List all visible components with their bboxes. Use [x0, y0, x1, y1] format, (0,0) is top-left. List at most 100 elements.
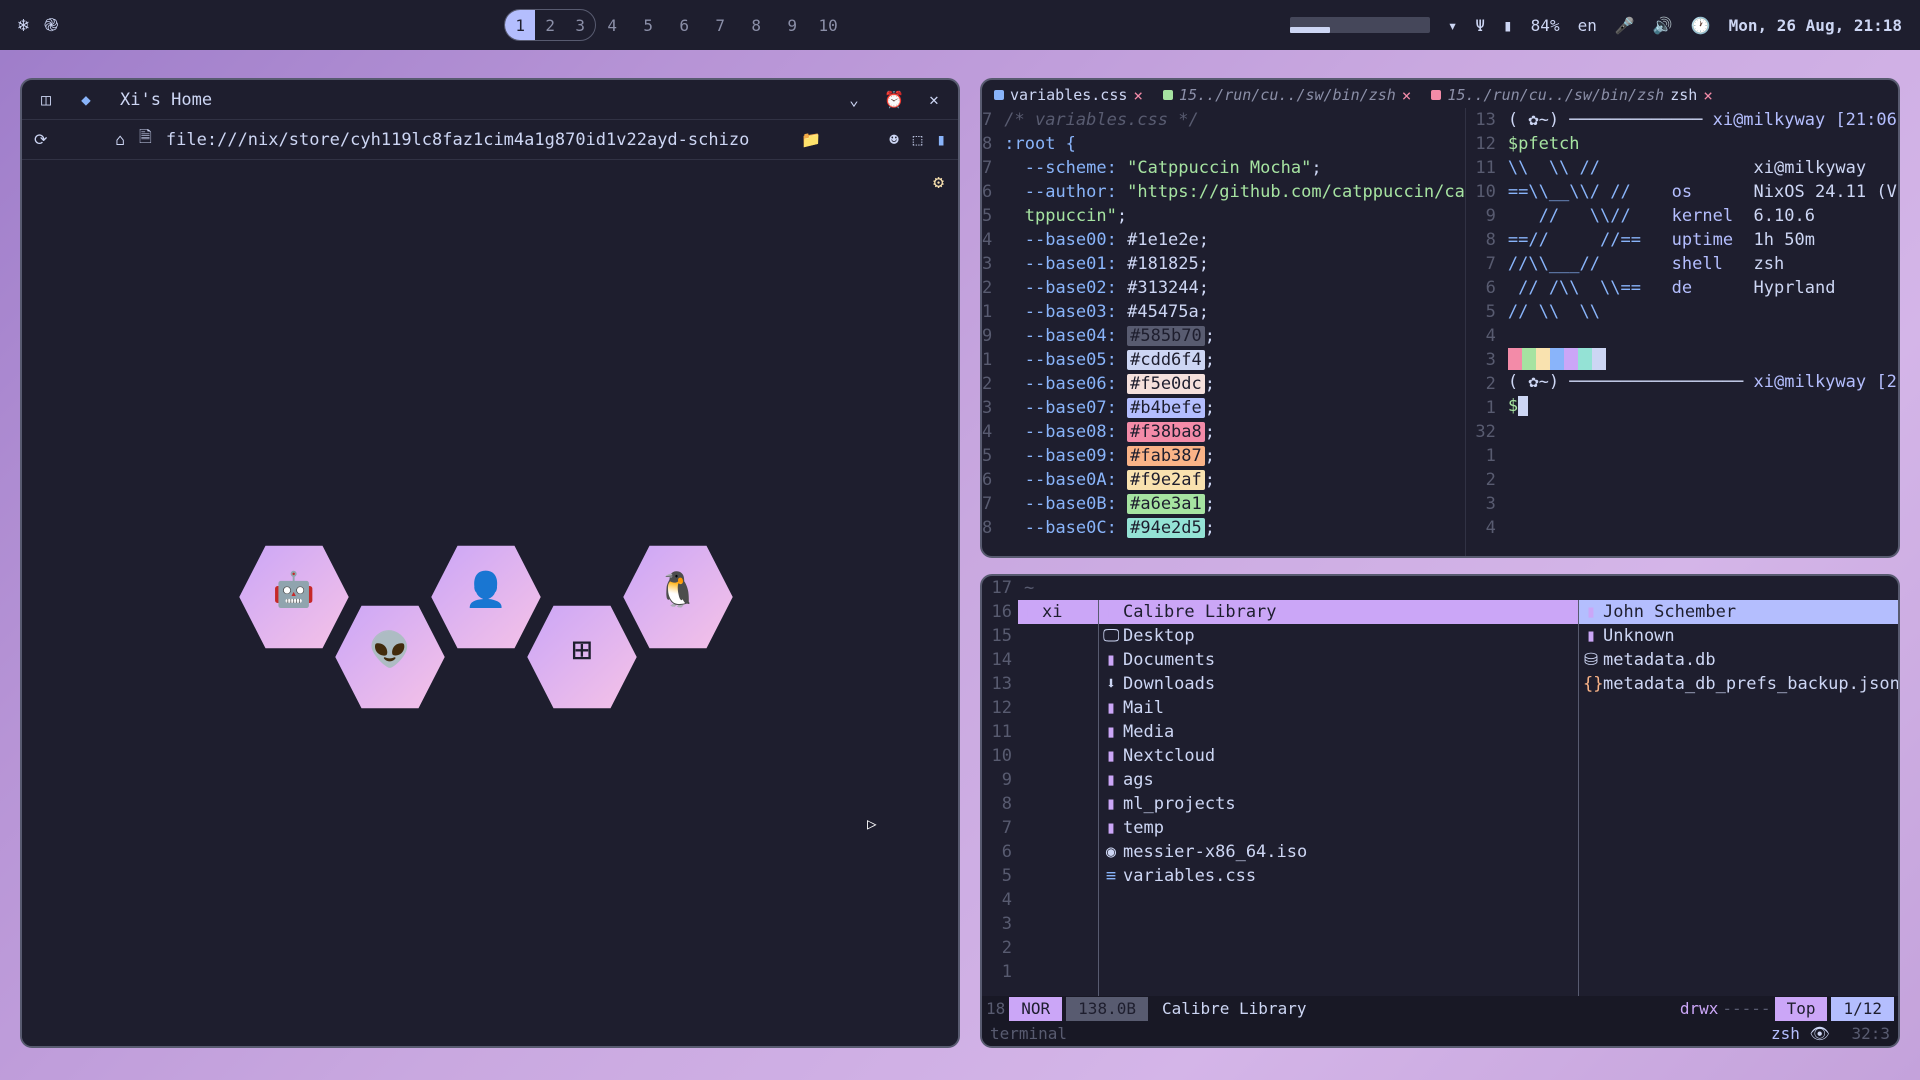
terminal-output[interactable]: ( ✿~) ───────────── xi@milkyway [21:06:4…	[1502, 108, 1898, 556]
status-line: 18	[986, 997, 1005, 1021]
tab-close-icon[interactable]: ×	[1133, 86, 1143, 105]
account-icon[interactable]: ☻	[889, 130, 899, 149]
fm-breadcrumb: ~	[1018, 576, 1898, 600]
hex-linux[interactable]: 🐧	[621, 540, 735, 640]
mic-icon[interactable]: 🎤	[1615, 16, 1635, 35]
fm-column-3[interactable]: ▮John Schember▮Unknown⛁metadata.db{}meta…	[1578, 600, 1898, 996]
tab-trail: zsh	[1670, 86, 1697, 104]
workspace-8[interactable]: 8	[741, 10, 771, 40]
browser-window: ◫ ◆ Xi's Home ⌄ ⏰ ✕ ⟳ ⌂ 🗎 file:///nix/st…	[20, 78, 960, 1048]
fm-statusbar: 18 NOR 138.0B Calibre Library drwx -----…	[982, 996, 1898, 1021]
workspace-9[interactable]: 9	[777, 10, 807, 40]
fm-column-2[interactable]: ▮Calibre Library🖵Desktop▮Documents⬇Downl…	[1098, 600, 1578, 996]
mouse-cursor-icon: ▷	[867, 814, 877, 833]
url-bar[interactable]: file:///nix/store/cyh119lc8faz1cim4a1g87…	[166, 130, 787, 150]
editor-tab-css[interactable]: variables.css ×	[986, 86, 1151, 105]
alarm-icon[interactable]: ⏰	[878, 84, 910, 116]
browser-viewport: ⚙ 🤖 👽 👤 ⊞ 🐧 ▷	[22, 160, 958, 1046]
fm-row[interactable]: ▮temp	[1099, 816, 1578, 840]
status-path: Calibre Library	[1152, 997, 1307, 1021]
tab-label: variables.css	[1010, 86, 1127, 104]
wifi-icon[interactable]: ▾	[1448, 16, 1458, 35]
workspace-3[interactable]: 3	[565, 10, 595, 40]
home-icon[interactable]: ⌂	[115, 130, 125, 149]
battery-percent: 84%	[1531, 16, 1560, 35]
fm-row[interactable]: ▮Unknown	[1579, 624, 1898, 648]
fm-gutter: 1716151413121110987654321	[982, 576, 1018, 996]
extensions-icon[interactable]: ⬚	[913, 130, 923, 149]
eye-icon: 👁	[1810, 1024, 1830, 1043]
fm-row[interactable]: ▮John Schember	[1579, 600, 1898, 624]
fm-row[interactable]: ▮Mail	[1099, 696, 1578, 720]
volume-icon[interactable]: 🔊	[1653, 16, 1673, 35]
workspace-6[interactable]: 6	[669, 10, 699, 40]
bookmark-icon[interactable]: ▮	[936, 130, 946, 149]
fm-row[interactable]: ▮Documents	[1099, 648, 1578, 672]
chevron-down-icon[interactable]: ⌄	[838, 84, 870, 116]
fm-column-1[interactable]: ▮xi	[1018, 600, 1098, 996]
file-icon: 🗎	[139, 126, 152, 153]
editor-window: variables.css × 15../run/cu../sw/bin/zsh…	[980, 78, 1900, 558]
status-position: 1/12	[1831, 997, 1894, 1021]
css-file-icon	[994, 90, 1004, 100]
settings-gear-icon[interactable]: ⚙	[933, 172, 944, 193]
close-tab-icon[interactable]: ✕	[918, 84, 950, 116]
folder-icon[interactable]: 📁	[801, 130, 821, 149]
workspace-1[interactable]: 1	[505, 10, 535, 40]
language-indicator[interactable]: en	[1578, 16, 1597, 35]
status2-left: terminal	[990, 1022, 1067, 1046]
trident-icon[interactable]: Ψ	[1475, 16, 1485, 35]
windows-icon: ⊞	[572, 630, 592, 670]
workspace-2[interactable]: 2	[535, 10, 565, 40]
clock-icon: 🕐	[1691, 16, 1711, 35]
fm-row[interactable]: ▮xi	[1018, 600, 1098, 624]
workspace-4[interactable]: 4	[597, 10, 627, 40]
fm-row[interactable]: ≡variables.css	[1099, 864, 1578, 888]
fm-row[interactable]: ◉messier-x86_64.iso	[1099, 840, 1578, 864]
fm-statusbar-2: terminal zsh 👁 32:3	[982, 1021, 1898, 1046]
reload-icon[interactable]: ⟳	[34, 130, 47, 149]
battery-icon[interactable]: ▮	[1503, 16, 1513, 35]
workspace-10[interactable]: 10	[813, 10, 843, 40]
editor-tab-zsh2[interactable]: 15../run/cu../sw/bin/zsh zsh ×	[1423, 86, 1720, 105]
fm-row[interactable]: ▮Media	[1099, 720, 1578, 744]
sidebar-toggle-icon[interactable]: ◫	[30, 84, 62, 116]
fm-row[interactable]: ▮ml_projects	[1099, 792, 1578, 816]
fm-row[interactable]: {}metadata_db_prefs_backup.json	[1579, 672, 1898, 696]
status2-zsh: zsh	[1771, 1024, 1800, 1043]
fm-row[interactable]: ⛁metadata.db	[1579, 648, 1898, 672]
clock-text[interactable]: Mon, 26 Aug, 21:18	[1729, 16, 1902, 35]
gem-icon[interactable]: ◆	[70, 84, 102, 116]
editor-tab-zsh1[interactable]: 15../run/cu../sw/bin/zsh ×	[1155, 86, 1419, 105]
browser-tab[interactable]: Xi's Home	[110, 90, 222, 110]
tab-label: 15../run/cu../sw/bin/zsh	[1447, 86, 1664, 104]
fm-row[interactable]: ▮Calibre Library	[1099, 600, 1578, 624]
fm-row[interactable]: 🖵Desktop	[1099, 624, 1578, 648]
line-gutter: 787654321912345678	[982, 108, 998, 556]
top-bar: ❄ ֎ 1 2 3 4 5 6 7 8 9 10 ▾ Ψ ▮ 84% en 🎤 …	[0, 0, 1920, 50]
status-mode: NOR	[1009, 997, 1062, 1021]
fm-row[interactable]: ⬇Downloads	[1099, 672, 1578, 696]
audio-visualizer	[1290, 17, 1430, 33]
workspace-5[interactable]: 5	[633, 10, 663, 40]
tab-label: 15../run/cu../sw/bin/zsh	[1179, 86, 1396, 104]
openai-icon[interactable]: ֎	[44, 13, 59, 37]
user-icon: 👤	[465, 570, 507, 610]
zsh-file-icon	[1163, 90, 1173, 100]
tab-close-icon[interactable]: ×	[1402, 86, 1412, 105]
android-icon: 🤖	[273, 570, 315, 610]
tab-title-text: Xi's Home	[120, 90, 212, 110]
status-size: 138.0B	[1066, 997, 1148, 1021]
fm-row[interactable]: ▮Nextcloud	[1099, 744, 1578, 768]
term-gutter: 13121110987654321321234	[1466, 108, 1502, 556]
nixos-icon[interactable]: ❄	[18, 15, 29, 36]
filemanager-window: 1716151413121110987654321 ~ ▮xi ▮Calibre…	[980, 574, 1900, 1048]
linux-icon: 🐧	[657, 570, 699, 610]
status2-pos: 32:3	[1851, 1024, 1890, 1043]
code-area[interactable]: /* variables.css */:root { --scheme: "Ca…	[998, 108, 1465, 556]
status-top: Top	[1775, 997, 1828, 1021]
fm-row[interactable]: ▮ags	[1099, 768, 1578, 792]
workspace-7[interactable]: 7	[705, 10, 735, 40]
tab-close-icon[interactable]: ×	[1703, 86, 1713, 105]
editor-tabbar: variables.css × 15../run/cu../sw/bin/zsh…	[982, 80, 1898, 108]
